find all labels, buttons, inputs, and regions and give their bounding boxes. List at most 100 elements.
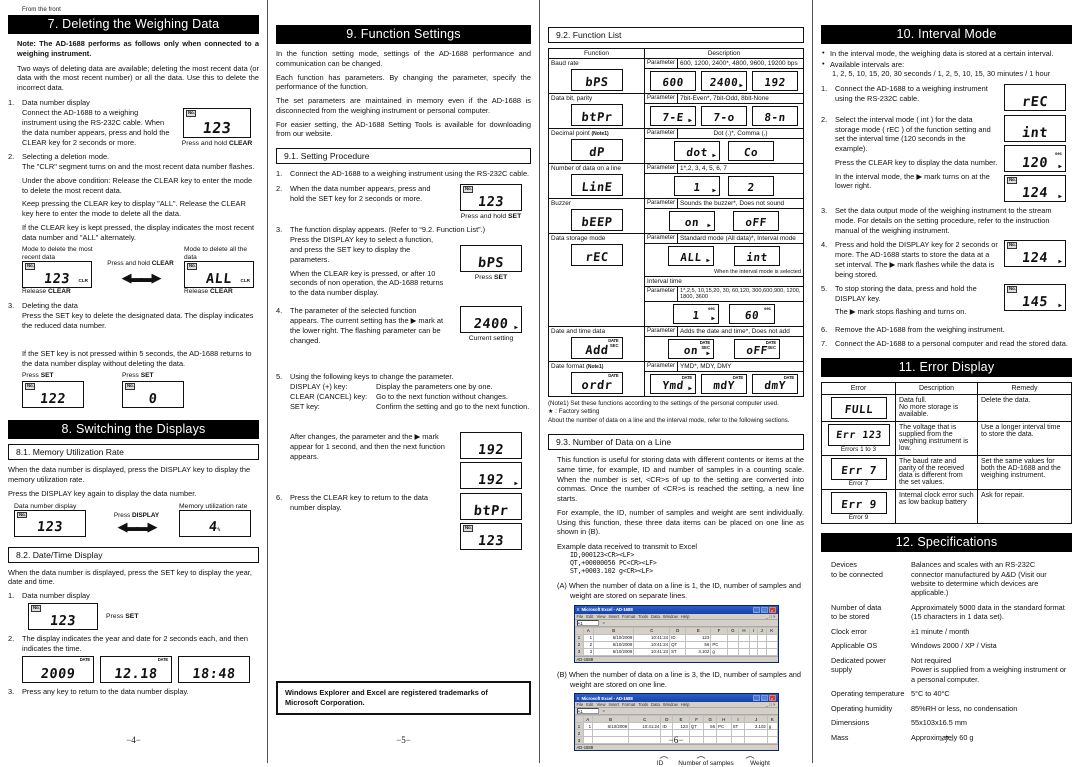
col-e[interactable]: E (672, 715, 690, 724)
row-header[interactable]: 2 (574, 640, 584, 649)
col-i[interactable]: I (749, 626, 758, 635)
row-header[interactable]: 3 (574, 647, 584, 656)
col-h[interactable]: H (738, 626, 750, 635)
cell[interactable]: ST (730, 722, 746, 731)
cell[interactable] (726, 633, 740, 642)
excel-grid-a[interactable]: A B C D E F G H I J K 1 1 6/10/2009 10:4… (574, 626, 778, 656)
cell[interactable] (749, 647, 758, 656)
col-f[interactable]: F (710, 626, 728, 635)
name-box[interactable]: A1 (576, 708, 599, 715)
cell[interactable]: ST (669, 647, 687, 656)
menu-tools[interactable]: Tools (638, 702, 648, 707)
cell[interactable]: 6/10/2009 (593, 633, 635, 642)
col-d[interactable]: D (669, 626, 687, 635)
row-header[interactable]: 1 (574, 633, 584, 642)
col-h[interactable]: H (716, 715, 732, 724)
corner-cell[interactable] (574, 626, 584, 635)
cell[interactable]: 3.102 (744, 722, 768, 731)
close-icon[interactable]: × (768, 695, 776, 702)
cell[interactable]: QT (688, 722, 705, 731)
doc-window-buttons[interactable]: _ □ × (766, 614, 776, 619)
cell[interactable] (726, 640, 740, 649)
col-b[interactable]: B (593, 626, 635, 635)
cell[interactable]: 2 (582, 640, 595, 649)
cell[interactable]: 3 (582, 647, 595, 656)
menu-help[interactable]: Help (681, 614, 690, 619)
col-j[interactable]: J (744, 715, 768, 724)
col-k[interactable]: K (765, 626, 778, 635)
doc-window-buttons[interactable]: _ □ × (766, 702, 776, 707)
col-i[interactable]: I (730, 715, 746, 724)
window-buttons[interactable]: _ □ × (752, 695, 776, 702)
cell[interactable] (765, 647, 778, 656)
menu-file[interactable]: File (577, 702, 584, 707)
cell[interactable]: 6/10/2009 (592, 722, 630, 731)
close-icon[interactable]: × (768, 606, 776, 613)
col-k[interactable]: K (766, 715, 778, 724)
cell[interactable]: 1 (582, 633, 595, 642)
menu-data[interactable]: Data (651, 614, 660, 619)
menu-view[interactable]: View (596, 702, 605, 707)
cell[interactable] (749, 633, 758, 642)
cell[interactable]: 6/10/2009 (593, 640, 635, 649)
cell[interactable]: 56 (703, 722, 718, 731)
cell[interactable]: 10:41:24 (628, 722, 662, 731)
menu-file[interactable]: File (577, 614, 584, 619)
menu-insert[interactable]: Insert (608, 614, 618, 619)
minimize-icon[interactable]: _ (752, 606, 760, 613)
window-buttons[interactable]: _ □ × (752, 606, 776, 613)
col-e[interactable]: E (685, 626, 712, 635)
cell[interactable]: 10:41:24 (633, 647, 671, 656)
col-d[interactable]: D (660, 715, 674, 724)
cell[interactable]: 10:41:24 (633, 633, 671, 642)
col-c[interactable]: C (628, 715, 662, 724)
cell[interactable]: 1 (582, 722, 593, 731)
maximize-icon[interactable]: □ (760, 606, 768, 613)
menu-window[interactable]: Window (663, 702, 678, 707)
cell[interactable]: PC (716, 722, 732, 731)
cell[interactable] (749, 640, 758, 649)
row-header[interactable]: 1 (574, 722, 584, 731)
col-a[interactable]: A (582, 626, 595, 635)
cell[interactable]: QT (669, 640, 687, 649)
cell[interactable]: g (766, 722, 778, 731)
cell[interactable] (738, 633, 750, 642)
col-f[interactable]: F (688, 715, 705, 724)
cell[interactable]: PC (710, 640, 728, 649)
maximize-icon[interactable]: □ (760, 695, 768, 702)
cell[interactable]: ID (669, 633, 687, 642)
menu-view[interactable]: View (596, 614, 605, 619)
col-a[interactable]: A (582, 715, 593, 724)
menu-format[interactable]: Format (622, 614, 635, 619)
fx-icon[interactable]: = (603, 708, 606, 714)
excel-formula-bar[interactable]: A1 = (574, 619, 778, 627)
cell[interactable] (738, 647, 750, 656)
cell[interactable]: 10:41:24 (633, 640, 671, 649)
menu-data[interactable]: Data (651, 702, 660, 707)
cell[interactable] (756, 640, 767, 649)
menu-edit[interactable]: Edit (586, 614, 593, 619)
col-b[interactable]: B (592, 715, 630, 724)
menu-format[interactable]: Format (622, 702, 635, 707)
minimize-icon[interactable]: _ (752, 695, 760, 702)
cell[interactable]: g (710, 647, 728, 656)
menu-help[interactable]: Help (681, 702, 690, 707)
name-box[interactable]: A1 (576, 619, 599, 626)
cell[interactable]: 123 (672, 722, 690, 731)
corner-cell[interactable] (574, 715, 584, 724)
menu-tools[interactable]: Tools (638, 614, 648, 619)
cell[interactable]: 3.102 (685, 647, 712, 656)
sheet-tab[interactable]: AD-1688 (577, 657, 776, 662)
col-g[interactable]: G (726, 626, 740, 635)
col-g[interactable]: G (703, 715, 718, 724)
menu-window[interactable]: Window (663, 614, 678, 619)
excel-window-a[interactable]: X Microsoft Excel - AD-1688 _ □ × File Edi… (573, 604, 779, 663)
fx-icon[interactable]: = (603, 620, 606, 626)
cell[interactable]: 56 (685, 640, 712, 649)
col-j[interactable]: J (756, 626, 767, 635)
cell[interactable] (765, 633, 778, 642)
cell[interactable]: 123 (685, 633, 712, 642)
cell[interactable] (710, 633, 728, 642)
cell[interactable]: 6/10/2009 (593, 647, 635, 656)
cell[interactable] (756, 647, 767, 656)
